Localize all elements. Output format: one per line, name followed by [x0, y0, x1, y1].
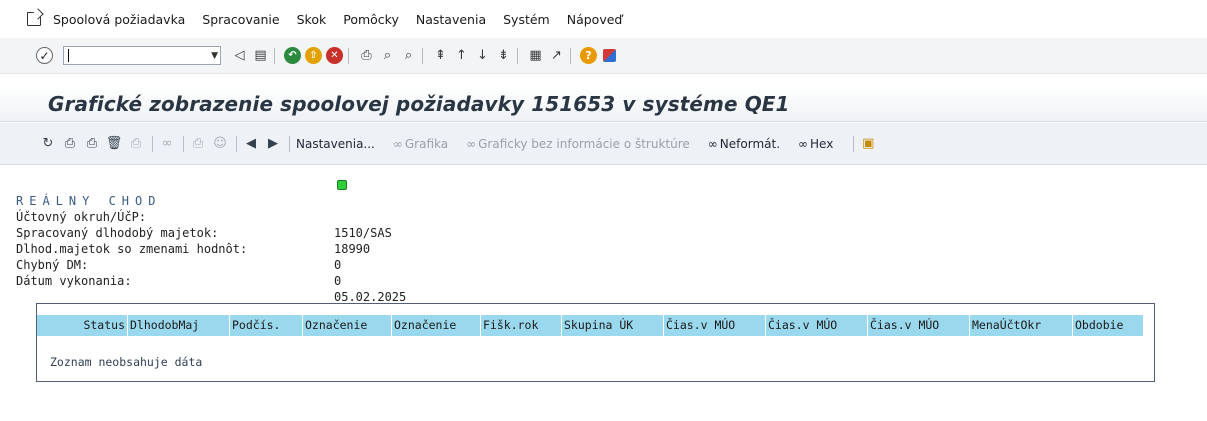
report-label: Dlhod.majetok so zmenami hodnôt:	[16, 242, 248, 256]
column-header[interactable]: Čias.v MÚO	[868, 315, 970, 336]
menu-nastavenia[interactable]: Nastavenia	[416, 12, 486, 27]
column-header[interactable]: Označenie	[303, 315, 392, 336]
glasses-icon: ∞	[392, 136, 403, 151]
report-value: 1510/SAS	[334, 226, 392, 240]
menu-bar: Spoolová požiadavka Spracovanie Skok Pom…	[0, 0, 1207, 38]
grid-header: Status DlhodobMaj Podčís. Označenie Ozna…	[37, 315, 1144, 336]
toolbar-separator	[289, 135, 290, 152]
system-menu-icon[interactable]	[27, 12, 41, 26]
report-row: Chybný DM: 0	[16, 241, 341, 288]
menu-spracovanie[interactable]: Spracovanie	[202, 12, 279, 27]
command-input[interactable]	[67, 47, 197, 64]
next-icon[interactable]: ▶	[265, 136, 281, 152]
report-row: Spracovaný dlhodobý majetok: 18990	[16, 209, 370, 256]
report-content: REÁLNY CHOD Účtovný okruh/ÚčP: 1510/SAS …	[16, 177, 406, 304]
toolbar-separator	[236, 135, 237, 152]
report-row: Dlhod.majetok so zmenami hodnôt: 0	[16, 225, 341, 272]
export-icon[interactable]: ▣	[860, 136, 876, 152]
report-value: 0	[334, 274, 342, 288]
toolbar-separator	[422, 47, 423, 64]
delete-icon[interactable]: 🗑	[106, 136, 123, 152]
report-value: 18990	[334, 242, 371, 256]
glasses-icon: ∞	[798, 136, 809, 151]
layout-icon[interactable]	[601, 47, 618, 64]
help-icon[interactable]: ?	[580, 47, 597, 64]
report-heading-row: REÁLNY CHOD	[16, 177, 347, 208]
print-icon[interactable]: ⎙	[62, 136, 78, 152]
graphic-button: Grafika	[404, 136, 449, 151]
enter-icon[interactable]: ✓	[36, 47, 53, 64]
column-header[interactable]: Skupina ÚK	[562, 315, 664, 336]
menu-spoolova-poziadavka[interactable]: Spoolová požiadavka	[53, 12, 185, 27]
column-header[interactable]: MenaÚčtOkr	[970, 315, 1073, 336]
next-page-icon[interactable]: ↓	[474, 47, 491, 64]
back-green-icon[interactable]: ↶	[284, 47, 301, 64]
title-bar: Grafické zobrazenie spoolovej požiadavky…	[0, 86, 1207, 122]
column-header[interactable]: DlhodobMaj	[128, 315, 230, 336]
output-device-icon: ⎙	[192, 136, 204, 151]
menu-pomocky[interactable]: Pomôcky	[343, 12, 399, 27]
grid-empty-message: Zoznam neobsahuje dáta	[50, 355, 203, 369]
print-immediately-icon[interactable]: ⎙	[84, 136, 100, 152]
report-label: Spracovaný dlhodobý majetok:	[16, 226, 219, 240]
glasses-icon: ∞	[707, 136, 718, 151]
report-row: Účtovný okruh/ÚčP: 1510/SAS	[16, 193, 392, 240]
glasses-icon: ∞	[466, 136, 477, 151]
print-preview-icon: ⎙	[130, 136, 142, 151]
report-row: Dátum vykonania: 05.02.2025	[16, 257, 406, 304]
toolbar-separator	[570, 47, 571, 64]
command-field[interactable]: ▼	[63, 46, 221, 65]
create-session-icon[interactable]: ▦	[527, 47, 544, 64]
standard-toolbar: ✓ ▼ ◁ ▤ ↶ ⇧ ✕ ⎙ ⌕ ⌕ ⇞ ↑ ↓ ⇟ ▦ ↗ ?	[0, 38, 1207, 74]
save-icon[interactable]: ▤	[252, 47, 269, 64]
find-next-icon[interactable]: ⌕	[400, 47, 417, 64]
exit-icon[interactable]: ⇧	[305, 47, 322, 64]
toolbar-separator	[152, 135, 153, 152]
last-page-icon[interactable]: ⇟	[495, 47, 512, 64]
first-page-icon[interactable]: ⇞	[432, 47, 449, 64]
column-header[interactable]: Čias.v MÚO	[766, 315, 868, 336]
column-header[interactable]: Podčís.	[230, 315, 303, 336]
text-cursor	[68, 49, 69, 62]
hex-button[interactable]: Hex	[810, 137, 833, 151]
page-title: Grafické zobrazenie spoolovej požiadavky…	[48, 91, 790, 116]
back-icon[interactable]: ◁	[231, 47, 248, 64]
menu-napoved[interactable]: Nápoveď	[567, 12, 623, 27]
toolbar-separator	[183, 135, 184, 152]
column-header[interactable]: Status	[37, 315, 128, 336]
print-icon[interactable]: ⎙	[358, 47, 375, 64]
glasses-icon: ∞	[161, 136, 173, 151]
find-icon[interactable]: ⌕	[379, 47, 396, 64]
application-toolbar: ↻ ⎙ ⎙ 🗑 ⎙ ∞ ⎙ ☺ ◀ ▶ Nastavenia... ∞ Graf…	[0, 123, 1207, 165]
refresh-icon[interactable]: ↻	[40, 136, 56, 152]
settings-button[interactable]: Nastavenia...	[296, 137, 375, 151]
report-value: 0	[334, 258, 342, 272]
prev-page-icon[interactable]: ↑	[453, 47, 470, 64]
toolbar-separator	[517, 47, 518, 64]
menu-system[interactable]: Systém	[503, 12, 550, 27]
column-header[interactable]: Označenie	[392, 315, 481, 336]
toolbar-separator	[274, 47, 275, 64]
shortcut-icon[interactable]: ↗	[548, 47, 565, 64]
graphic-no-structure-button: Graficky bez informácie o štruktúre	[478, 136, 690, 151]
chevron-down-icon[interactable]: ▼	[211, 51, 218, 61]
raw-format-button[interactable]: Neformát.	[720, 137, 780, 151]
column-header[interactable]: Fišk.rok	[481, 315, 562, 336]
menu-skok[interactable]: Skok	[297, 12, 327, 27]
alv-grid: Status DlhodobMaj Podčís. Označenie Ozna…	[36, 303, 1155, 382]
status-led-icon	[337, 180, 347, 190]
report-label: Dátum vykonania:	[16, 274, 132, 288]
recipient-icon: ☺	[213, 136, 227, 151]
toolbar-separator	[853, 135, 855, 152]
column-header[interactable]: Čias.v MÚO	[664, 315, 766, 336]
cancel-icon[interactable]: ✕	[326, 47, 343, 64]
previous-icon[interactable]: ◀	[243, 136, 259, 152]
toolbar-separator	[348, 47, 349, 64]
column-header[interactable]: Obdobie	[1073, 315, 1144, 336]
